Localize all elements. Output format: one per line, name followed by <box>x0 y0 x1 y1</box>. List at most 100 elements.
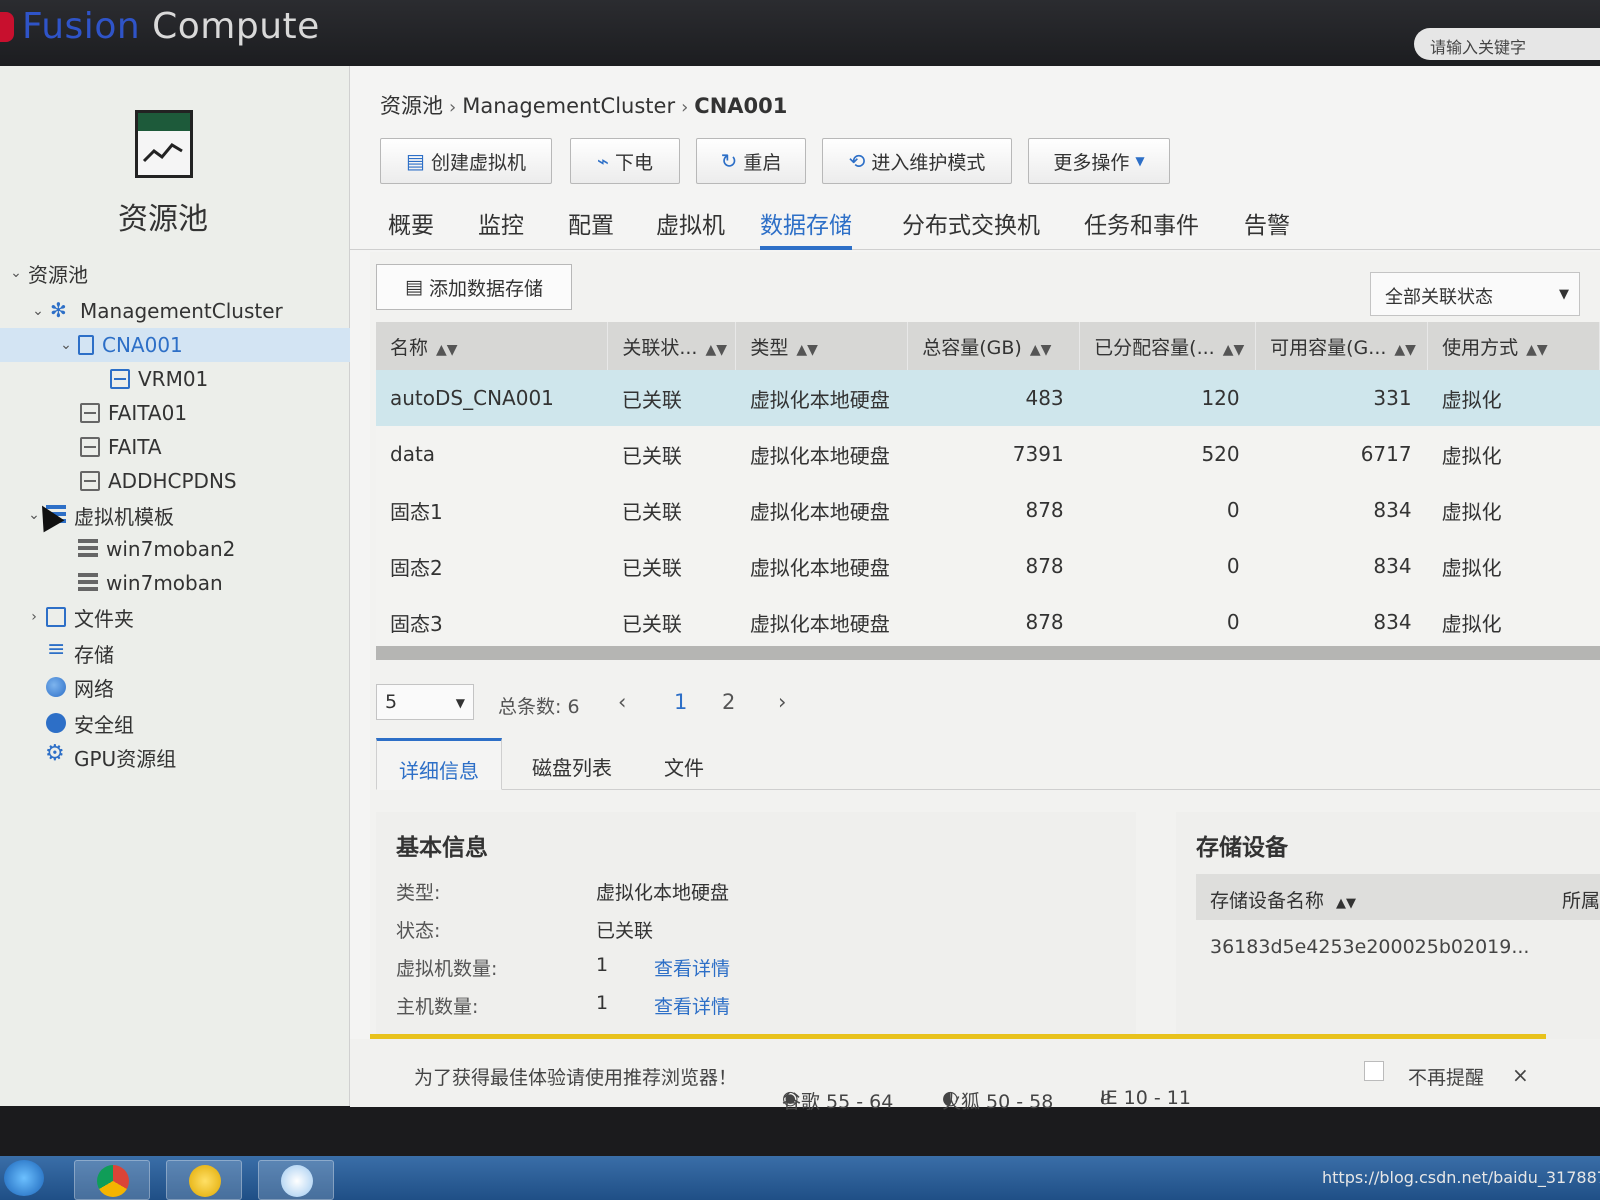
taskbar-chrome[interactable] <box>74 1160 150 1200</box>
tab-alarms[interactable]: 告警 <box>1244 206 1290 250</box>
tab-tasks-events[interactable]: 任务和事件 <box>1084 206 1199 250</box>
close-icon[interactable]: × <box>1512 1063 1529 1087</box>
tree-node-vm-addhcpdns[interactable]: ADDHCPDNS <box>80 464 237 498</box>
chevron-right-icon[interactable]: › <box>26 609 42 625</box>
tab-dvswitch[interactable]: 分布式交换机 <box>902 206 1040 250</box>
tree-node-folder[interactable]: › 文件夹 <box>26 600 134 634</box>
column-header-usage[interactable]: 使用方式 ▲▼ <box>1427 322 1600 370</box>
sort-icon: ▲▼ <box>1526 341 1548 358</box>
top-bar: Fusion Compute 请输入关键字 <box>0 0 1600 66</box>
template-icon <box>78 573 98 593</box>
column-header-total[interactable]: 总容量(GB) ▲▼ <box>907 322 1081 370</box>
tab-vms[interactable]: 虚拟机 <box>656 206 725 250</box>
column-header-available[interactable]: 可用容量(G... ▲▼ <box>1255 322 1429 370</box>
page-1-button[interactable]: 1 <box>674 690 687 714</box>
logo-mark-icon <box>0 12 14 42</box>
total-count: 总条数: 6 <box>498 696 580 718</box>
resource-pool-icon <box>135 110 193 178</box>
host-detail-link[interactable]: 查看详情 <box>654 992 730 1019</box>
restart-button[interactable]: ↻ 重启 <box>696 138 806 184</box>
ie-icon[interactable] <box>4 1160 44 1196</box>
browser-notice-bar: 为了获得最佳体验请使用推荐浏览器！ ◉ 谷歌 55 - 64 ◐ 火狐 50 -… <box>350 1039 1600 1113</box>
vm-icon <box>80 403 100 423</box>
page-size-select[interactable]: 5 ▼ <box>376 684 474 720</box>
dont-remind-checkbox[interactable] <box>1364 1061 1384 1081</box>
tree-node-resource-pool[interactable]: ⌄ 资源池 <box>8 256 88 290</box>
breadcrumb-root[interactable]: 资源池 <box>380 94 443 118</box>
create-vm-button[interactable]: ▤ 创建虚拟机 <box>380 138 552 184</box>
tab-monitor[interactable]: 监控 <box>478 206 524 250</box>
search-input[interactable]: 请输入关键字 <box>1414 28 1600 60</box>
association-filter-select[interactable]: 全部关联状态 ▼ <box>1370 272 1580 316</box>
dont-remind-label: 不再提醒 <box>1408 1067 1485 1089</box>
table-row[interactable]: 固态2 已关联 虚拟化本地硬盘 878 0 834 虚拟化 <box>376 538 1600 594</box>
chrome-icon <box>97 1165 129 1197</box>
tree-node-management-cluster[interactable]: ⌄ManagementCluster <box>30 294 283 328</box>
tree-node-gpu-group[interactable]: GPU资源组 <box>45 740 176 774</box>
messenger-icon <box>189 1165 221 1197</box>
column-header-allocated[interactable]: 已分配容量(... ▲▼ <box>1079 322 1257 370</box>
tab-files[interactable]: 文件 <box>642 738 726 790</box>
breadcrumb-cluster[interactable]: ManagementCluster <box>462 94 675 118</box>
status-label: 状态: <box>396 920 441 942</box>
sidebar: 资源池 ⌄资源池 ⌄ManagementCluster ⌄CNA001 VRM0… <box>0 66 350 1106</box>
horizontal-scrollbar[interactable] <box>376 646 1600 660</box>
column-header-type[interactable]: 类型 ▲▼ <box>735 322 909 370</box>
tree-node-vm-faita01[interactable]: FAITA01 <box>80 396 187 430</box>
taskbar-paint[interactable] <box>258 1160 334 1200</box>
tab-disk-list[interactable]: 磁盘列表 <box>510 738 634 790</box>
app-logo: Fusion Compute <box>0 6 320 47</box>
table-row[interactable]: 固态3 已关联 虚拟化本地硬盘 878 0 834 虚拟化 <box>376 594 1600 650</box>
add-datastore-button[interactable]: ▤ 添加数据存储 <box>376 264 572 310</box>
tab-config[interactable]: 配置 <box>568 206 614 250</box>
sort-icon: ▲▼ <box>705 341 728 358</box>
notice-text: 为了获得最佳体验请使用推荐浏览器！ <box>414 1067 738 1089</box>
host-icon <box>78 335 94 355</box>
storage-device-panel: 存储设备 存储设备名称 ▲▼ 所属 36183d5e4253e200025b020… <box>1176 812 1600 1072</box>
sort-icon: ▲▼ <box>1029 341 1052 358</box>
chevron-down-icon[interactable]: ⌄ <box>8 265 24 281</box>
storage-device-title: 存储设备 <box>1196 835 1288 861</box>
column-header-name[interactable]: 名称 ▲▼ <box>376 322 609 370</box>
next-page-button[interactable]: › <box>778 690 786 714</box>
tab-details[interactable]: 详细信息 <box>376 738 502 790</box>
table-header-row: 名称 ▲▼ 关联状... ▲▼ 类型 ▲▼ 总容量(GB) ▲▼ 已分配容量(... ▲▼… <box>376 322 1600 370</box>
vm-detail-link[interactable]: 查看详情 <box>654 954 730 981</box>
storage-icon <box>46 637 66 663</box>
status-value: 已关联 <box>596 920 654 942</box>
chevron-down-icon[interactable]: ⌄ <box>58 337 74 353</box>
tree-node-template-win7moban[interactable]: win7moban <box>78 566 223 600</box>
maintenance-icon: ⟲ <box>848 149 866 173</box>
prev-page-button[interactable]: ‹ <box>618 690 626 714</box>
vm-count-value: 1 <box>596 954 609 976</box>
tab-datastore[interactable]: 数据存储 <box>760 206 852 250</box>
host-count-value: 1 <box>596 992 609 1014</box>
power-off-button[interactable]: ⌁ 下电 <box>570 138 680 184</box>
tree-node-security-group[interactable]: 安全组 <box>46 706 134 740</box>
chevron-down-icon[interactable]: ⌄ <box>30 303 46 319</box>
sort-icon: ▲▼ <box>1336 896 1357 911</box>
taskbar-messenger[interactable] <box>166 1160 242 1200</box>
network-icon <box>46 677 66 697</box>
column-header-status[interactable]: 关联状... ▲▼ <box>607 322 737 370</box>
basic-info-title: 基本信息 <box>396 835 488 861</box>
table-row[interactable]: autoDS_CNA001 已关联 虚拟化本地硬盘 483 120 331 虚拟… <box>376 370 1600 426</box>
tree-node-vm-faita[interactable]: FAITA <box>80 430 162 464</box>
tree-node-vm-vrm01[interactable]: VRM01 <box>110 362 208 396</box>
storage-device-column-header[interactable]: 存储设备名称 ▲▼ 所属 <box>1196 874 1600 920</box>
tab-overview[interactable]: 概要 <box>388 206 434 250</box>
tree-node-cna001[interactable]: ⌄ CNA001 <box>0 328 350 362</box>
tree-node-network[interactable]: 网络 <box>46 670 114 704</box>
more-actions-button[interactable]: 更多操作 ▼ <box>1028 138 1170 184</box>
app-title-fusion: Fusion <box>22 6 141 47</box>
maintenance-mode-button[interactable]: ⟲ 进入维护模式 <box>822 138 1012 184</box>
main-tabs: 概要 监控 配置 虚拟机 数据存储 分布式交换机 任务和事件 告警 <box>350 196 1600 250</box>
tree-node-storage[interactable]: 存储 <box>46 636 114 670</box>
datastore-table: 名称 ▲▼ 关联状... ▲▼ 类型 ▲▼ 总容量(GB) ▲▼ 已分配容量(... ▲▼… <box>376 322 1600 650</box>
sort-icon: ▲▼ <box>796 341 818 358</box>
table-row[interactable]: 固态1 已关联 虚拟化本地硬盘 878 0 834 虚拟化 <box>376 482 1600 538</box>
table-row[interactable]: data 已关联 虚拟化本地硬盘 7391 520 6717 虚拟化 <box>376 426 1600 482</box>
sort-icon: ▲▼ <box>1222 341 1245 358</box>
page-2-button[interactable]: 2 <box>722 690 735 714</box>
tree-node-template-win7moban2[interactable]: win7moban2 <box>78 532 235 566</box>
